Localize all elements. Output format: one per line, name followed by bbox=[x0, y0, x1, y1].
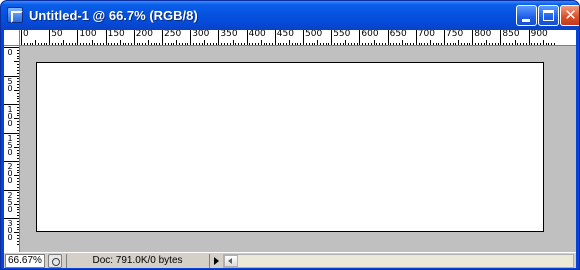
ruler-label: 400 bbox=[248, 30, 266, 39]
ruler-label: 150 bbox=[7, 133, 13, 157]
ruler-label: 0 bbox=[23, 30, 29, 39]
ruler-tick bbox=[133, 30, 135, 45]
ruler-label: 450 bbox=[276, 30, 294, 39]
window-title: Untitled-1 @ 66.7% (RGB/8) bbox=[29, 8, 198, 23]
close-icon: ✕ bbox=[564, 6, 577, 24]
horizontal-ruler[interactable]: 0 50 100 150 200 250 300 350 400 450 500 550 600 650 7… bbox=[20, 30, 576, 46]
ruler-label: 50 bbox=[7, 76, 13, 93]
ruler-label: 350 bbox=[220, 30, 238, 39]
ruler-label: 850 bbox=[502, 30, 520, 39]
ruler-tick bbox=[21, 30, 22, 45]
ruler-tick bbox=[415, 30, 417, 45]
maximize-icon bbox=[543, 10, 554, 21]
ruler-tick bbox=[274, 30, 276, 45]
ruler-label: 150 bbox=[107, 30, 125, 39]
ruler-tick bbox=[246, 30, 248, 45]
photoshop-document-icon[interactable] bbox=[7, 7, 23, 23]
zoom-level-field[interactable]: 66.67% bbox=[5, 254, 45, 268]
close-button[interactable]: ✕ bbox=[560, 5, 579, 26]
ruler-label: 500 bbox=[305, 30, 323, 39]
ruler-label: 900 bbox=[530, 30, 548, 39]
ruler-tick bbox=[190, 30, 192, 45]
ruler-label: 650 bbox=[389, 30, 407, 39]
ruler-label: 200 bbox=[135, 30, 153, 39]
ruler-tick bbox=[500, 30, 502, 45]
ruler-tick bbox=[472, 30, 474, 45]
status-bar: 66.67% Doc: 791.0K/0 bytes bbox=[4, 252, 576, 268]
ruler-tick bbox=[444, 30, 445, 45]
navigator-icon[interactable] bbox=[48, 254, 62, 268]
ruler-tick bbox=[331, 30, 333, 45]
ruler-label: 700 bbox=[417, 30, 435, 39]
pasteboard[interactable] bbox=[20, 46, 576, 252]
vertical-ruler[interactable]: 0 50 100 150 200 250 300 bbox=[4, 46, 20, 252]
ruler-tick bbox=[77, 30, 79, 45]
ruler-label: 0 bbox=[7, 48, 13, 57]
ruler-tick bbox=[359, 30, 361, 45]
ruler-tick bbox=[218, 30, 220, 45]
horizontal-scrollbar[interactable] bbox=[223, 254, 574, 268]
ruler-label: 300 bbox=[192, 30, 210, 39]
maximize-button[interactable] bbox=[538, 5, 559, 26]
ruler-origin[interactable] bbox=[4, 30, 20, 46]
ruler-label: 200 bbox=[7, 162, 13, 185]
document-canvas[interactable] bbox=[36, 62, 544, 232]
ruler-label: 600 bbox=[361, 30, 379, 39]
ruler-label: 300 bbox=[7, 219, 13, 242]
document-window: Untitled-1 @ 66.7% (RGB/8) ✕ 0 50 100 150 20… bbox=[0, 0, 580, 270]
ruler-tick bbox=[49, 30, 51, 45]
ruler-tick bbox=[162, 30, 163, 45]
ruler-label: 750 bbox=[446, 30, 464, 39]
ruler-label: 250 bbox=[7, 190, 13, 214]
ruler-label: 100 bbox=[79, 30, 97, 39]
title-bar[interactable]: Untitled-1 @ 66.7% (RGB/8) ✕ bbox=[1, 1, 579, 30]
scroll-left-arrow-icon[interactable] bbox=[224, 255, 238, 267]
ruler-tick bbox=[303, 30, 304, 45]
document-content: 0 50 100 150 200 250 300 350 400 450 500 550 600 650 7… bbox=[4, 30, 576, 268]
document-size-info: Doc: 791.0K/0 bytes bbox=[66, 254, 208, 268]
ruler-tick bbox=[528, 30, 530, 45]
ruler-label: 250 bbox=[164, 30, 182, 39]
minimize-button[interactable] bbox=[516, 5, 537, 26]
ruler-label: 800 bbox=[474, 30, 492, 39]
ruler-tick bbox=[105, 30, 107, 45]
ruler-label: 550 bbox=[333, 30, 351, 39]
ruler-tick bbox=[387, 30, 389, 45]
ruler-label: 100 bbox=[7, 105, 13, 128]
ruler-label: 50 bbox=[51, 30, 63, 39]
status-menu-button[interactable] bbox=[209, 254, 221, 268]
minimize-icon bbox=[522, 19, 530, 22]
